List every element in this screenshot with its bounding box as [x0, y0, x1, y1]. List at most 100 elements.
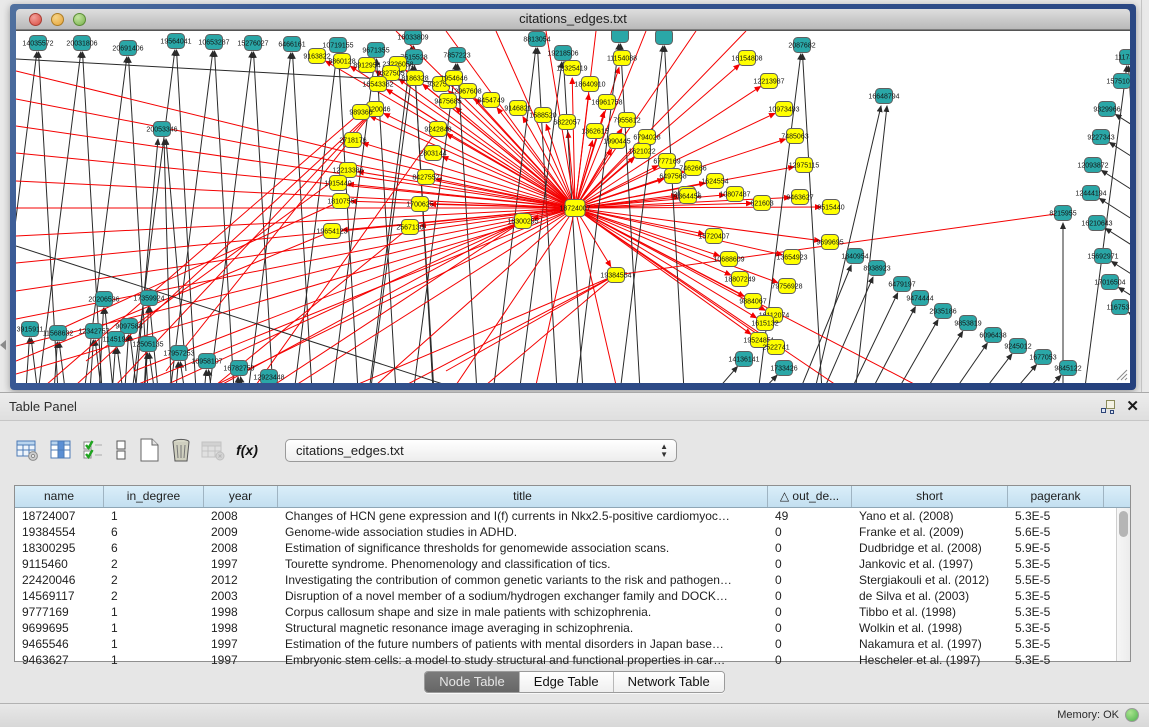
row-height-icon[interactable]	[106, 435, 136, 465]
table-row[interactable]: 969969511998Structural magnetic resonanc…	[15, 620, 1130, 636]
show-column-icon[interactable]	[46, 435, 76, 465]
paper-node-teal[interactable]: 3915911	[17, 322, 44, 337]
paper-node-teal[interactable]: 14035572	[22, 36, 53, 51]
tab-network-table[interactable]: Network Table	[614, 672, 724, 692]
paper-node-yellow[interactable]: 1621022	[628, 144, 655, 159]
paper-node-yellow[interactable]: 9515440	[817, 200, 844, 215]
citation-edge-black[interactable]	[564, 62, 585, 383]
paper-node-teal[interactable]: 19218506	[547, 46, 578, 61]
paper-node-teal[interactable]: 12923448	[253, 370, 284, 384]
citation-edge-red[interactable]	[16, 231, 332, 361]
paper-node-teal[interactable]: 20691406	[112, 41, 143, 56]
citation-edge-black[interactable]	[1129, 66, 1130, 383]
citation-edge-black[interactable]	[1115, 114, 1130, 179]
paper-node-yellow[interactable]: 7485063	[781, 129, 808, 144]
citation-edge-red[interactable]	[16, 181, 575, 208]
paper-node-yellow[interactable]: 7955812	[613, 113, 640, 128]
table-selector-dropdown[interactable]: citations_edges.txt ▲▼	[285, 439, 677, 462]
new-file-icon[interactable]	[134, 435, 164, 465]
paper-node-yellow[interactable]: 1624554	[701, 174, 728, 189]
paper-node-teal[interactable]: 9329966	[1093, 102, 1120, 117]
scrollbar-thumb[interactable]	[1119, 511, 1128, 537]
paper-node-teal[interactable]	[612, 31, 629, 43]
paper-node-yellow[interactable]: 12213987	[753, 74, 784, 89]
paper-node-yellow[interactable]: 9699695	[816, 235, 843, 250]
column-header-title[interactable]: title	[278, 486, 768, 507]
minimize-window-button[interactable]	[51, 13, 64, 26]
citation-edge-black[interactable]	[199, 370, 206, 383]
column-header-pagerank[interactable]: pagerank	[1008, 486, 1104, 507]
memory-ok-indicator[interactable]	[1125, 708, 1139, 722]
citation-edge-red[interactable]	[134, 221, 523, 371]
paper-node-teal[interactable]: 16648794	[868, 89, 899, 104]
vertical-scrollbar[interactable]	[1116, 508, 1130, 661]
citation-edge-red[interactable]	[16, 99, 575, 208]
paper-node-teal[interactable]: 1117304	[1115, 50, 1130, 65]
paper-node-teal[interactable]: 16782759	[223, 361, 254, 376]
paper-node-teal[interactable]: 20031806	[66, 36, 97, 51]
citation-edge-red[interactable]	[575, 208, 751, 334]
paper-node-yellow[interactable]: 16154808	[731, 51, 762, 66]
citation-edge-black[interactable]	[1111, 261, 1130, 326]
citation-edge-black[interactable]	[963, 365, 1037, 383]
column-header-year[interactable]: year	[204, 486, 278, 507]
paper-node-teal[interactable]: 16033809	[397, 31, 428, 45]
paper-node-teal[interactable]: 7857223	[443, 48, 470, 63]
citation-edge-black[interactable]	[242, 53, 291, 383]
paper-node-teal[interactable]: 10958107	[191, 354, 222, 369]
paper-node-yellow[interactable]: 18640910	[574, 77, 605, 92]
citation-edge-black[interactable]	[1128, 312, 1130, 377]
paper-node-teal[interactable]: 2935186	[929, 304, 956, 319]
window-titlebar[interactable]: citations_edges.txt	[16, 9, 1130, 30]
table-row[interactable]: 2242004622012Investigating the contribut…	[15, 572, 1130, 588]
paper-node-yellow[interactable]: 6822057	[553, 115, 580, 130]
resize-grip[interactable]	[1114, 367, 1128, 381]
paper-node-yellow[interactable]: 8860128	[328, 54, 355, 69]
paper-node-teal[interactable]: 12444194	[1075, 186, 1106, 201]
table-header-row[interactable]: namein_degreeyeartitle△ out_de...shortpa…	[15, 486, 1130, 508]
paper-node-yellow[interactable]: 621603	[750, 196, 773, 211]
network-canvas[interactable]: 1872400714035572200318062069140619564041…	[16, 30, 1130, 383]
citation-edge-black[interactable]	[621, 44, 642, 383]
paper-node-teal[interactable]: 20053346	[146, 122, 177, 137]
citation-edge-red[interactable]	[16, 153, 575, 208]
citation-edge-red[interactable]	[446, 275, 616, 371]
close-panel-icon[interactable]: ✕	[1126, 397, 1139, 415]
zoom-window-button[interactable]	[73, 13, 86, 26]
tab-node-table[interactable]: Node Table	[425, 672, 520, 692]
citation-edge-red[interactable]	[575, 208, 778, 283]
paper-node-yellow[interactable]: 12325419	[556, 61, 587, 76]
paper-node-teal[interactable]: 12093872	[1077, 158, 1108, 173]
citation-edge-black[interactable]	[913, 343, 987, 383]
paper-node-teal[interactable]	[656, 31, 673, 45]
citation-edge-black[interactable]	[203, 52, 252, 383]
paper-node-teal[interactable]: 9845122	[1054, 361, 1081, 376]
citation-edge-red[interactable]	[406, 275, 616, 383]
paper-node-teal[interactable]: 9227343	[1087, 130, 1114, 145]
network-view-window[interactable]: citations_edges.txt 18724007140355722003…	[10, 4, 1136, 390]
citation-edge-red[interactable]	[456, 208, 575, 383]
function-builder-icon[interactable]: f(x)	[232, 435, 262, 465]
citation-edge-black[interactable]	[414, 46, 435, 383]
citation-edge-black[interactable]	[117, 348, 132, 383]
paper-node-teal[interactable]: 19564041	[160, 34, 191, 49]
citation-edge-black[interactable]	[840, 307, 915, 383]
paper-node-teal[interactable]: 10653287	[198, 35, 229, 50]
paper-node-yellow[interactable]: 8427552	[412, 170, 439, 185]
citation-edge-black[interactable]	[177, 50, 198, 383]
table-row[interactable]: 1830029562008Estimation of significance …	[15, 540, 1130, 556]
paper-node-yellow[interactable]: 2567130	[396, 220, 423, 235]
paper-node-yellow[interactable]: 6794028	[633, 130, 660, 145]
paper-node-yellow[interactable]: 19654123	[316, 224, 347, 239]
paper-node-teal[interactable]: 1733426	[770, 361, 797, 376]
paper-node-yellow[interactable]: 79756928	[771, 279, 802, 294]
table-row[interactable]: 977716911998Corpus callosum shape and si…	[15, 604, 1130, 620]
citation-edge-black[interactable]	[664, 367, 737, 383]
citation-edge-black[interactable]	[863, 320, 938, 383]
column-header-in_degree[interactable]: in_degree	[104, 486, 204, 507]
paper-node-yellow[interactable]: 10688609	[713, 252, 744, 267]
select-columns-icon[interactable]	[78, 435, 108, 465]
citation-edge-black[interactable]	[1118, 287, 1130, 352]
panel-collapse-arrow-icon[interactable]	[0, 340, 6, 350]
citation-edge-black[interactable]	[704, 375, 777, 383]
